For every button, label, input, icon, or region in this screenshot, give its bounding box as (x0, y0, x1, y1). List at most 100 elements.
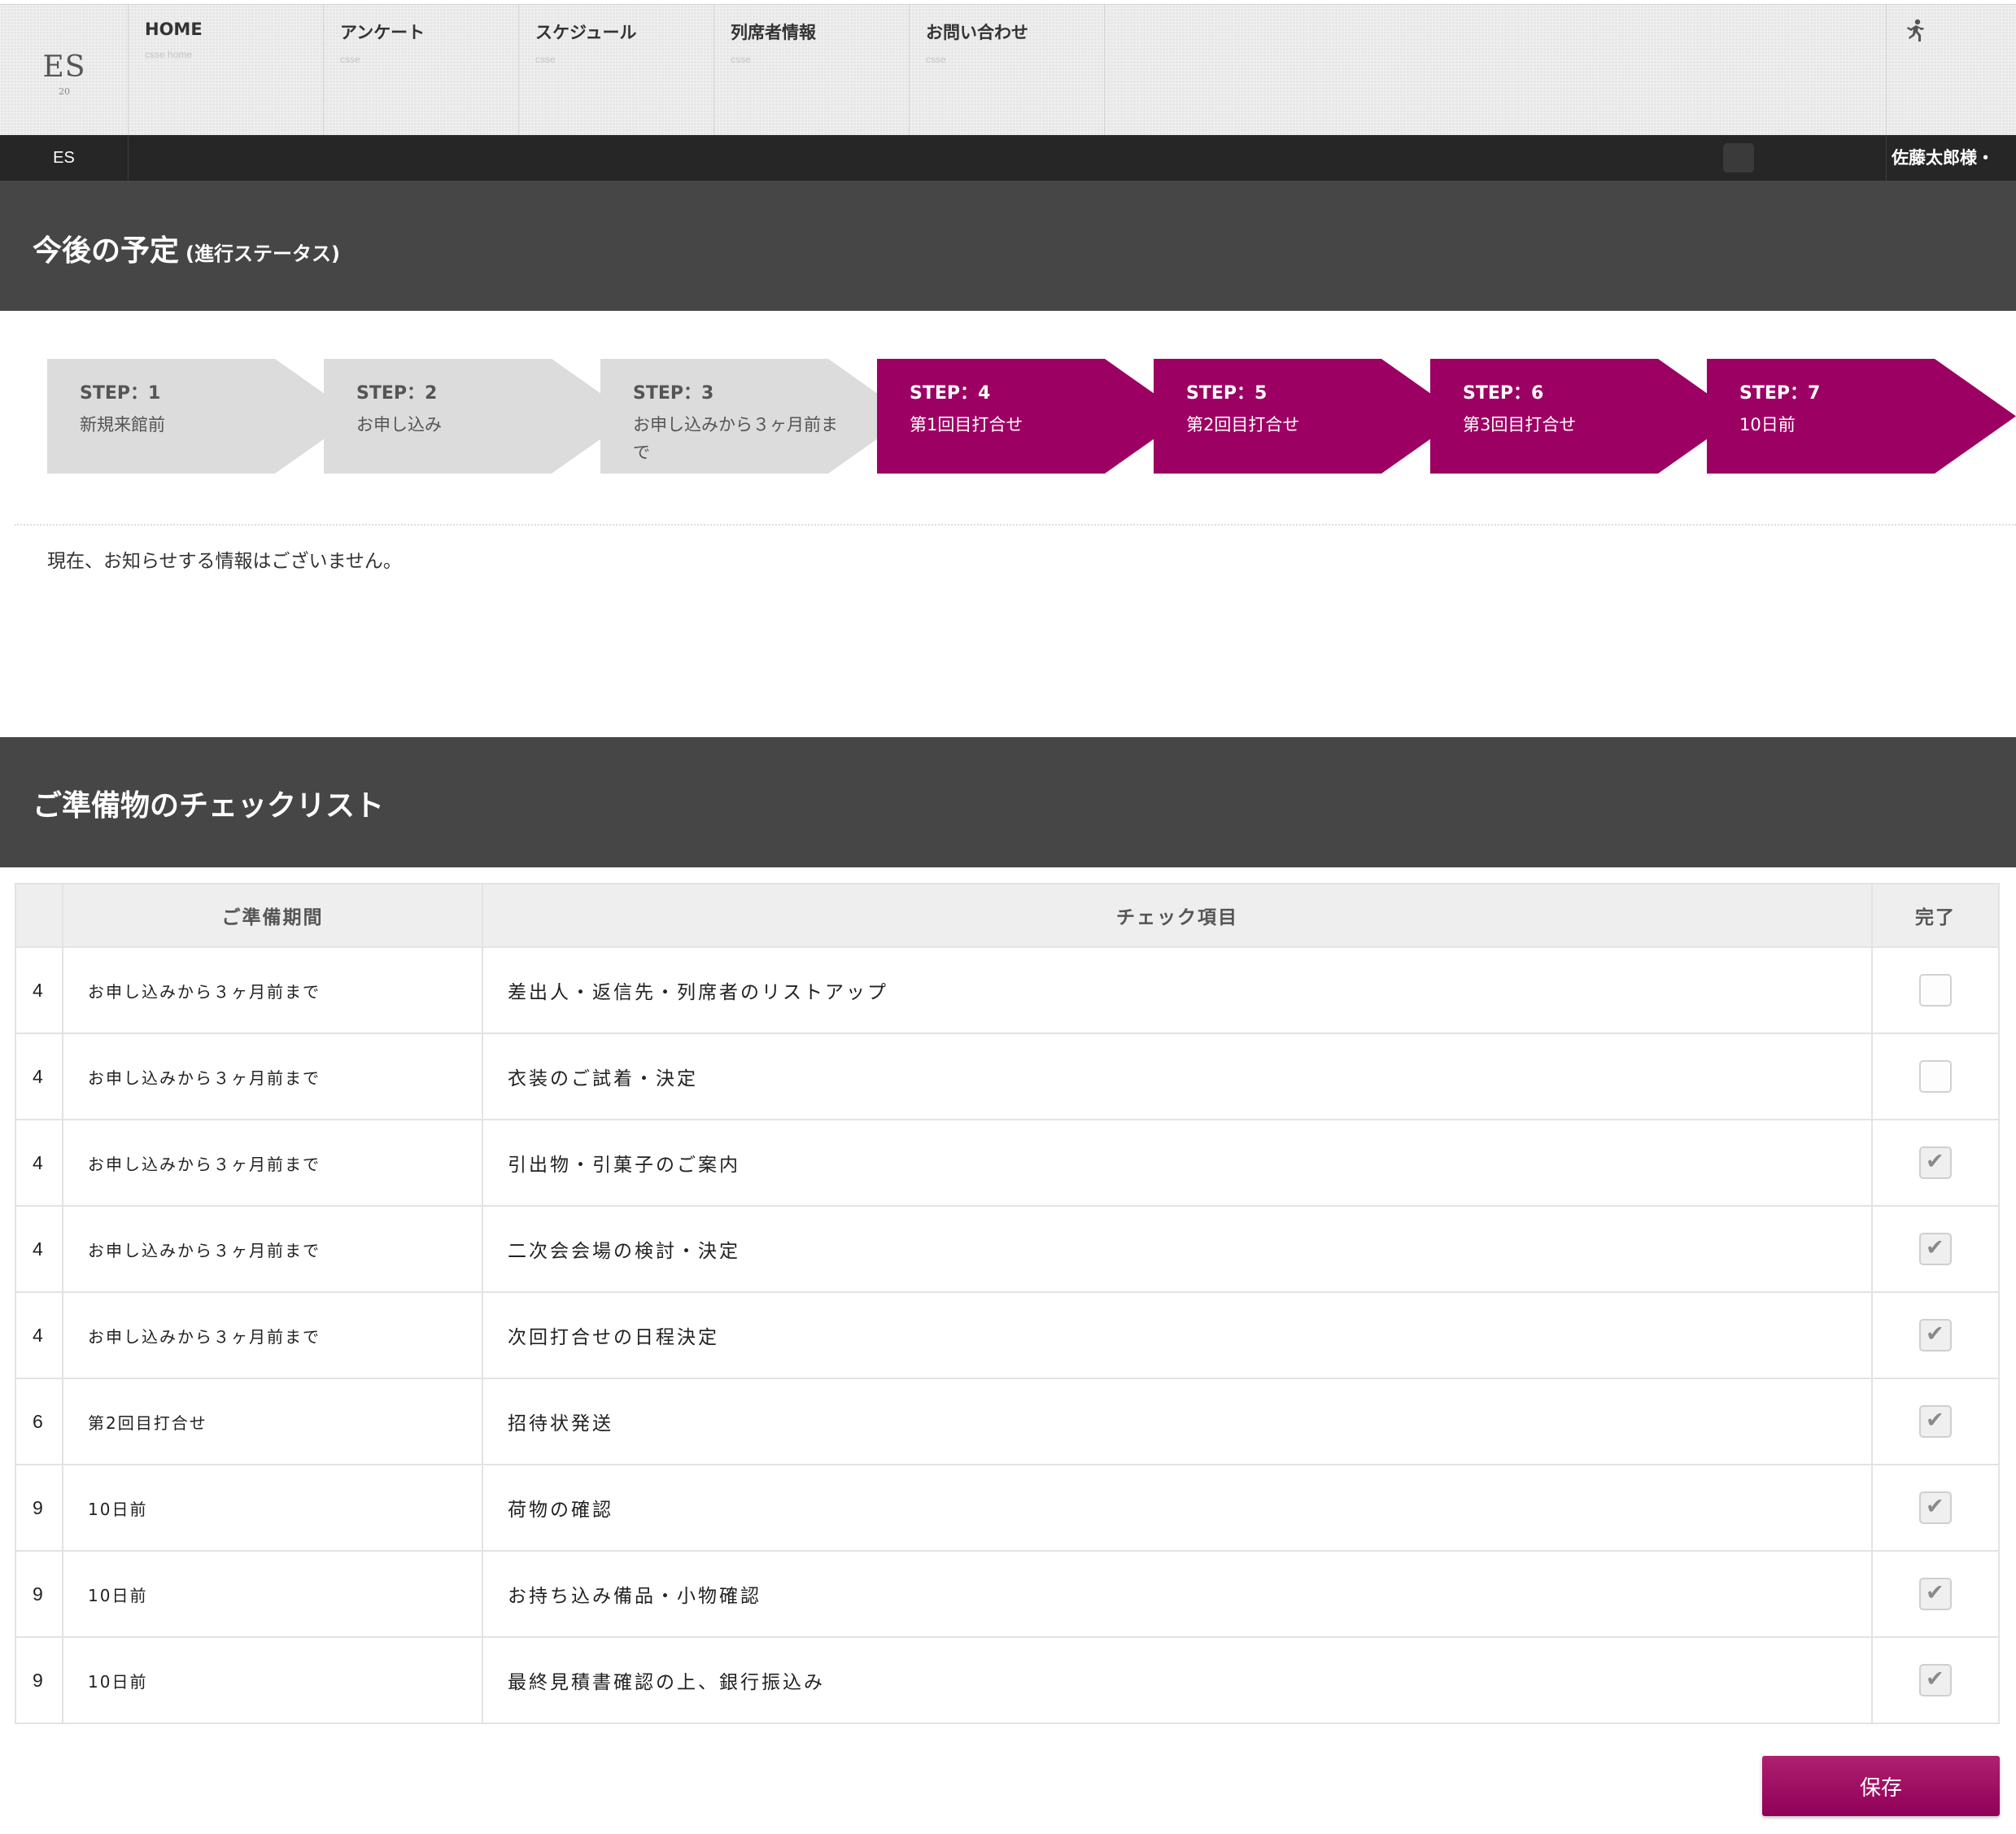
row-step-number: 9 (15, 1636, 63, 1724)
done-checkbox[interactable] (1919, 1319, 1952, 1351)
table-row: 4 お申し込みから３ヶ月前まで 次回打合せの日程決定 (15, 1291, 2000, 1379)
row-step-number: 9 (15, 1550, 63, 1638)
step-name: お申し込み (356, 415, 442, 434)
step-3: STEP：3 お申し込みから３ヶ月前まで (600, 359, 910, 474)
done-checkbox[interactable] (1919, 1233, 1952, 1265)
row-step-number: 4 (15, 1205, 63, 1293)
dotted-divider (15, 524, 2016, 526)
table-row: 6 第2回目打合せ 招待状発送 (15, 1378, 2000, 1465)
table-header-row: ご準備期間 チェック項目 完了 (15, 883, 2000, 948)
header-period: ご準備期間 (62, 883, 483, 948)
table-row: 9 10日前 最終見積書確認の上、銀行振込み (15, 1636, 2000, 1724)
table-row: 9 10日前 お持ち込み備品・小物確認 (15, 1550, 2000, 1638)
row-check-item: 二次会会場の検討・決定 (482, 1205, 1873, 1293)
step-number: STEP：4 (910, 383, 991, 404)
checklist-table: ご準備期間 チェック項目 完了 4 お申し込みから３ヶ月前まで 差出人・返信先・列席… (15, 883, 2000, 1724)
table-row: 4 お申し込みから３ヶ月前まで 引出物・引菓子のご案内 (15, 1119, 2000, 1207)
save-button[interactable]: 保存 (1762, 1756, 2000, 1816)
row-step-number: 4 (15, 1119, 63, 1207)
step-number: STEP：7 (1739, 383, 1821, 404)
row-check-item: 最終見積書確認の上、銀行振込み (482, 1636, 1873, 1724)
row-done-cell (1871, 1550, 2000, 1638)
logo-subtext: 20 (59, 86, 70, 97)
nav-label: お問い合わせ (926, 23, 1028, 42)
nav-action-cell[interactable] (1886, 5, 2016, 136)
nav-sublabel: csse (535, 54, 556, 65)
schedule-title: 今後の予定 (33, 234, 180, 268)
row-check-item: 差出人・返信先・列席者のリストアップ (482, 946, 1873, 1034)
nav-item-guests[interactable]: 列席者情報 csse (714, 5, 910, 136)
nav-sublabel: csse (926, 54, 946, 65)
table-row: 9 10日前 荷物の確認 (15, 1464, 2000, 1552)
row-done-cell (1871, 1033, 2000, 1120)
top-navigation: ES 20 HOME csse home アンケート csse スケジュール c… (0, 4, 2016, 136)
nav-item-contact[interactable]: お問い合わせ csse (910, 5, 1105, 136)
done-checkbox[interactable] (1919, 1578, 1952, 1610)
row-done-cell (1871, 1291, 2000, 1379)
row-period: お申し込みから３ヶ月前まで (62, 1205, 483, 1293)
step-number: STEP：5 (1186, 383, 1268, 404)
row-check-item: 引出物・引菓子のご案内 (482, 1119, 1873, 1207)
step-name: 第2回目打合せ (1186, 415, 1300, 434)
schedule-header: 今後の予定 (進行ステータス) (0, 181, 2016, 311)
logo-text: ES (42, 50, 86, 84)
step-name: お申し込みから３ヶ月前まで (633, 415, 838, 462)
done-checkbox[interactable] (1919, 1405, 1952, 1438)
sub-bar: ES 佐藤太郎様・ (0, 135, 2016, 181)
done-checkbox[interactable] (1919, 1664, 1952, 1696)
done-checkbox[interactable] (1919, 1060, 1952, 1093)
row-step-number: 4 (15, 946, 63, 1034)
schedule-title-wrap: 今後の予定 (進行ステータス) (33, 227, 340, 269)
row-done-cell (1871, 1464, 2000, 1552)
row-step-number: 9 (15, 1464, 63, 1552)
row-check-item: お持ち込み備品・小物確認 (482, 1550, 1873, 1638)
step-4: STEP：4 第1回目打合せ (877, 359, 1186, 474)
row-period: 10日前 (62, 1636, 483, 1724)
row-check-item: 荷物の確認 (482, 1464, 1873, 1552)
nav-item-schedule[interactable]: スケジュール csse (519, 5, 714, 136)
schedule-subtitle: (進行ステータス) (185, 242, 340, 265)
row-period: 10日前 (62, 1550, 483, 1638)
done-checkbox[interactable] (1919, 1491, 1952, 1524)
step-2: STEP：2 お申し込み (324, 359, 633, 474)
nav-label: 列席者情報 (731, 23, 816, 42)
step-number: STEP：1 (80, 383, 161, 404)
logo[interactable]: ES 20 (0, 5, 129, 136)
row-period: 第2回目打合せ (62, 1378, 483, 1465)
step-name: 新規来館前 (80, 415, 165, 434)
row-period: お申し込みから３ヶ月前まで (62, 946, 483, 1034)
step-number: STEP：3 (633, 383, 714, 404)
nav-label: アンケート (340, 23, 425, 42)
nav-label: スケジュール (535, 23, 637, 42)
row-step-number: 4 (15, 1291, 63, 1379)
nav-label: HOME (145, 20, 203, 39)
nav-item-survey[interactable]: アンケート csse (324, 5, 519, 136)
done-checkbox[interactable] (1919, 974, 1952, 1007)
row-check-item: 衣装のご試着・決定 (482, 1033, 1873, 1120)
nav-item-home[interactable]: HOME csse home (129, 5, 324, 136)
row-done-cell (1871, 1205, 2000, 1293)
table-row: 4 お申し込みから３ヶ月前まで 衣装のご試着・決定 (15, 1033, 2000, 1120)
notice-text: 現在、お知らせする情報はございません。 (47, 551, 402, 572)
done-checkbox[interactable] (1919, 1146, 1952, 1179)
step-5: STEP：5 第2回目打合せ (1154, 359, 1463, 474)
header-done: 完了 (1871, 883, 2000, 948)
subbar-square-icon[interactable] (1723, 143, 1754, 172)
step-number: STEP：6 (1463, 383, 1544, 404)
row-period: 10日前 (62, 1464, 483, 1552)
row-period: お申し込みから３ヶ月前まで (62, 1291, 483, 1379)
checklist-title: ご準備物のチェックリスト (33, 789, 385, 823)
row-step-number: 6 (15, 1378, 63, 1465)
checklist-header: ご準備物のチェックリスト (0, 737, 2016, 867)
row-done-cell (1871, 1636, 2000, 1724)
step-name: 第3回目打合せ (1463, 415, 1577, 434)
subbar-brand[interactable]: ES (0, 135, 129, 181)
nav-sublabel: csse (731, 54, 751, 65)
running-person-icon (1907, 19, 1924, 41)
step-1: STEP：1 新規来館前 (47, 359, 356, 474)
table-row: 4 お申し込みから３ヶ月前まで 差出人・返信先・列席者のリストアップ (15, 946, 2000, 1034)
row-done-cell (1871, 1378, 2000, 1465)
nav-sublabel: csse (340, 54, 360, 65)
step-7: STEP：7 10日前 (1707, 359, 2016, 474)
user-name[interactable]: 佐藤太郎様・ (1886, 135, 2016, 181)
